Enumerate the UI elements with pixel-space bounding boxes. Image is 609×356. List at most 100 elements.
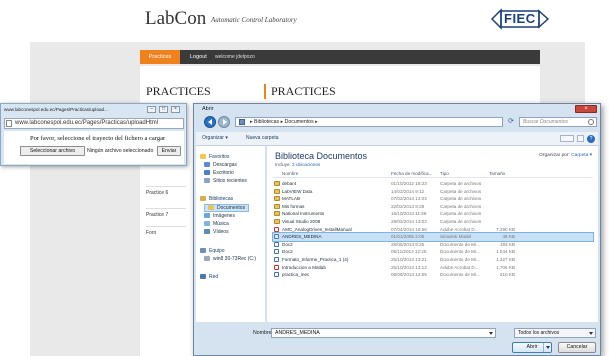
nav-favorites[interactable]: Favoritos: [200, 154, 230, 160]
file-row[interactable]: AMC_AnalogDrives_InstallManual 07/04/2014…: [273, 226, 593, 234]
file-size: 1.044 KB: [496, 249, 515, 255]
file-date: 07/04/2014 16:56: [391, 226, 427, 232]
file-type: Documento de Mi...: [440, 272, 480, 278]
webpage-nav-bar: Practices Logout welcome jdelpozo: [140, 50, 540, 64]
open-options-dropdown[interactable]: [543, 343, 551, 352]
refresh-icon[interactable]: ⟳: [506, 117, 516, 127]
nav-computer[interactable]: Equipo: [200, 248, 225, 254]
file-type: Adobe Acrobat D...: [440, 226, 479, 232]
back-arrow-icon[interactable]: [204, 116, 216, 128]
file-name: practica_mec: [282, 272, 310, 278]
column-date[interactable]: Fecha de modifica...: [391, 171, 432, 176]
upload-instructions: Por favor, seleccione el trayecto del fi…: [30, 135, 166, 142]
nav-music[interactable]: Música: [204, 221, 229, 227]
nav-recent-label: Sitios recientes: [213, 178, 247, 184]
side-item-foro[interactable]: Foro: [146, 226, 186, 236]
nav-libraries-label: Bibliotecas: [209, 196, 234, 202]
file-type: Carpeta de archivos: [440, 203, 482, 209]
search-icon: [588, 119, 594, 125]
file-row[interactable]: practica_mec 06/08/2013 12:55 Documento de…: [273, 271, 593, 279]
dialog-close-icon[interactable]: ×: [575, 105, 597, 113]
file-type: Documento de Mi...: [440, 249, 480, 255]
nav-desktop[interactable]: Escritorio: [204, 170, 234, 176]
computer-icon: [200, 248, 206, 253]
file-row[interactable]: National Instruments 16/10/2013 11:58 Carp…: [273, 210, 593, 218]
file-row[interactable]: Formato_Informe_Practica_1 (4) 25/10/2013…: [273, 256, 593, 264]
upload-browser-window: www.labconespol.edu.ec/Pages/Practicas/u…: [0, 103, 187, 166]
file-type: Documento de Mi...: [440, 256, 480, 262]
arrange-by-dropdown[interactable]: Carpeta ▾: [571, 153, 592, 158]
file-row[interactable]: Doc2 05/11/2013 12:25 Documento de Mi... 1.…: [273, 248, 593, 256]
forward-arrow-glyph: [223, 119, 227, 125]
cancel-button[interactable]: Cancelar: [558, 342, 596, 353]
minimize-icon[interactable]: –: [147, 106, 156, 113]
nav-drive-c[interactable]: win8 30-73Rec (C:): [204, 256, 256, 262]
change-view-icon[interactable]: [560, 135, 574, 142]
filename-input[interactable]: ANDRES_MEDINA: [271, 328, 496, 338]
arrange-by-label: Organizar por:: [539, 153, 570, 158]
file-row[interactable]: MATLAB 07/02/2014 14:03 Carpeta de archivo…: [273, 195, 593, 203]
nav-videos[interactable]: Vídeos: [204, 229, 229, 235]
column-type[interactable]: Tipo: [440, 171, 449, 176]
file-row[interactable]: Introduccion a Matlab 25/10/2013 13:12 Ado…: [273, 264, 593, 272]
organize-menu[interactable]: Organizar ▾: [202, 135, 228, 141]
practices-heading-left: PRACTICES: [146, 84, 211, 98]
labcon-logo[interactable]: LabCon: [145, 8, 206, 30]
close-icon[interactable]: ×: [171, 106, 180, 113]
upload-url-bar[interactable]: www.labconespol.edu.ec/Pages/Practicas/u…: [4, 118, 184, 129]
file-name: Formato_Informe_Practica_1 (4): [282, 256, 349, 262]
preview-pane-icon[interactable]: [577, 135, 584, 142]
file-name: Doc2: [282, 249, 293, 255]
folder-icon: [274, 218, 280, 224]
file-row[interactable]: Doc2 28/05/2013 9:25 Documento de Mi... 183…: [273, 241, 593, 249]
library-title: Biblioteca Documentos: [275, 151, 368, 161]
nav-logout-link[interactable]: Logout: [190, 50, 207, 64]
folder-icon: [274, 203, 280, 209]
nav-favorites-label: Favoritos: [209, 154, 230, 160]
help-icon[interactable]: ?: [587, 135, 595, 143]
file-row[interactable]: debar4 01/10/2012 18:33 Carpeta de archivo…: [273, 180, 593, 188]
file-date: 28/02/2014 13:02: [391, 218, 427, 224]
side-item-practice-6[interactable]: Practice 6: [146, 186, 186, 196]
nav-downloads[interactable]: Descargas: [204, 162, 237, 168]
webpage-header: LabCon Automatic Control Laboratory FIEC: [30, 0, 585, 42]
file-name: LabVIEW Data: [282, 188, 313, 194]
nav-libraries[interactable]: Bibliotecas: [200, 196, 233, 202]
nav-images[interactable]: Imágenes: [204, 213, 235, 219]
maximize-icon[interactable]: □: [159, 106, 168, 113]
new-folder-button[interactable]: Nueva carpeta: [246, 135, 279, 141]
nav-network[interactable]: Red: [200, 274, 218, 280]
file-type-select[interactable]: Todos los archivos: [514, 328, 596, 338]
nav-documents[interactable]: Documentos: [204, 204, 250, 212]
file-row[interactable]: Mis formas 22/02/2013 9:28 Carpeta de arch…: [273, 203, 593, 211]
file-date: 28/05/2013 9:25: [391, 241, 425, 247]
file-row[interactable]: ANDRES_MEDINA 01/01/2005 2:05 Simulink Mod…: [272, 232, 594, 242]
address-breadcrumb[interactable]: ▸ Bibliotecas ▸ Documentos ▸: [235, 117, 503, 127]
file-type: Simulink Model: [440, 234, 472, 240]
file-status-text: Ningún archivo seleccionado: [87, 148, 154, 154]
nav-practices-tab[interactable]: Practices: [140, 50, 180, 64]
nav-welcome-text: welcome jdelpozo: [215, 54, 255, 60]
search-input[interactable]: Buscar Documentos: [519, 117, 597, 127]
search-placeholder: Buscar Documentos: [523, 119, 569, 125]
choose-file-button[interactable]: Seleccionar archivo: [20, 146, 85, 156]
dialog-toolbar: Organizar ▾ Nueva carpeta ?: [196, 132, 598, 146]
upload-form: Por favor, seleccione el trayecto del fi…: [4, 131, 184, 164]
send-button[interactable]: Enviar: [157, 146, 181, 156]
file-row[interactable]: LabVIEW Data 14/02/2014 9:12 Carpeta de ar…: [273, 188, 593, 196]
file-type-value: Todos los archivos: [518, 330, 560, 336]
forward-arrow-icon[interactable]: [218, 116, 230, 128]
column-size[interactable]: Tamaño: [489, 171, 505, 176]
filename-label: Nombre:: [253, 330, 273, 336]
open-button[interactable]: Abrir: [512, 342, 552, 353]
folder-icon: [274, 211, 280, 217]
column-name[interactable]: Nombre: [282, 171, 298, 176]
side-item-practice-7[interactable]: Practice 7: [146, 208, 186, 218]
file-row[interactable]: Visual Studio 2008 28/02/2014 13:02 Carpet…: [273, 218, 593, 226]
file-date: 01/10/2012 18:33: [391, 181, 427, 186]
library-locations-link[interactable]: 2 ubicaciones: [292, 162, 320, 167]
nav-recent[interactable]: Sitios recientes: [204, 178, 247, 184]
file-name: debar4: [282, 181, 297, 186]
file-date: 06/08/2013 12:55: [391, 272, 427, 278]
word-document-icon: [274, 241, 279, 247]
